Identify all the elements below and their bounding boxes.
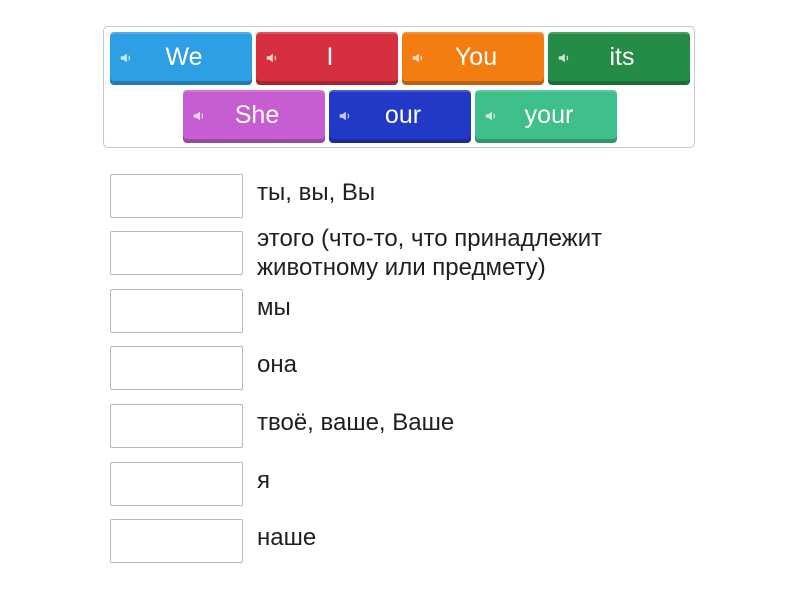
tile-label: our	[384, 100, 422, 129]
tile-we[interactable]: We	[110, 32, 252, 85]
tile-your[interactable]: your	[475, 90, 617, 143]
clue-text: этого (что-то, что принадлежит животному…	[257, 225, 603, 281]
drop-box[interactable]	[110, 462, 243, 506]
tile-label: You	[454, 42, 498, 71]
speaker-icon	[339, 111, 350, 120]
drop-box[interactable]	[110, 231, 243, 275]
tile-label: She	[234, 100, 280, 129]
drop-box[interactable]	[110, 404, 243, 448]
clue-text: она	[257, 351, 297, 378]
clue-text: твоё, ваше, Ваше	[257, 409, 455, 436]
speaker-icon	[485, 111, 496, 120]
tile-she[interactable]: She	[183, 90, 325, 143]
match-row: ты, вы, Вы	[110, 174, 710, 218]
clue-text: ты, вы, Вы	[257, 179, 376, 206]
tile-i[interactable]: I	[256, 32, 398, 85]
drop-box[interactable]	[110, 519, 243, 563]
clue-text: я	[257, 467, 270, 494]
tile-label: its	[609, 42, 635, 71]
speaker-icon	[120, 53, 131, 62]
speaker-icon	[266, 53, 277, 62]
match-row: я	[110, 462, 710, 506]
tile-you[interactable]: You	[402, 32, 544, 85]
clue-text: наше	[257, 524, 317, 551]
drop-box[interactable]	[110, 174, 243, 218]
drop-box[interactable]	[110, 346, 243, 390]
match-row: наше	[110, 519, 710, 563]
match-row: твоё, ваше, Ваше	[110, 404, 710, 448]
drop-box[interactable]	[110, 289, 243, 333]
tile-label: We	[165, 42, 203, 71]
speaker-icon	[412, 53, 423, 62]
match-row: этого (что-то, что принадлежит животному…	[110, 225, 710, 281]
speaker-icon	[558, 53, 569, 62]
match-row: она	[110, 346, 710, 390]
tile-our[interactable]: our	[329, 90, 471, 143]
tile-label: I	[326, 42, 334, 71]
clue-text: мы	[257, 294, 291, 321]
match-row: мы	[110, 289, 710, 333]
tile-label: your	[524, 100, 574, 129]
speaker-icon	[193, 111, 204, 120]
tile-its[interactable]: its	[548, 32, 690, 85]
